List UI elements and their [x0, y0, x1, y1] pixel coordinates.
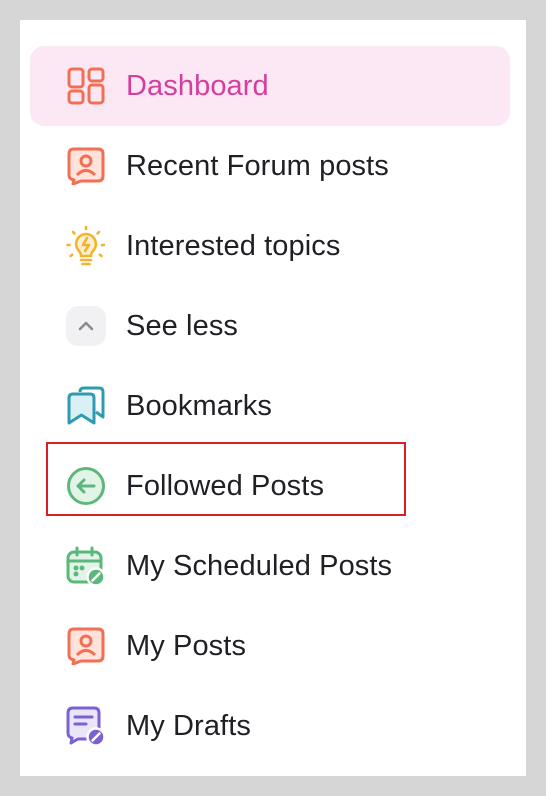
sidebar-item-label: Dashboard — [126, 69, 269, 102]
sidebar-item-bookmarks[interactable]: Bookmarks — [30, 366, 510, 446]
calendar-edit-icon — [66, 546, 106, 586]
draft-edit-icon — [66, 706, 106, 746]
sidebar-item-my-drafts[interactable]: My Drafts — [30, 686, 510, 766]
sidebar-item-recent-forum-posts[interactable]: Recent Forum posts — [30, 126, 510, 206]
sidebar-item-label: Bookmarks — [126, 389, 272, 422]
user-chat-icon — [66, 146, 106, 186]
sidebar-item-label: My Posts — [126, 629, 247, 662]
sidebar-item-label: My Drafts — [126, 709, 251, 742]
sidebar-item-followed-posts[interactable]: Followed Posts — [30, 446, 510, 526]
arrow-left-circle-icon — [66, 466, 106, 506]
sidebar-item-see-less[interactable]: See less — [30, 286, 510, 366]
sidebar-item-my-scheduled-posts[interactable]: My Scheduled Posts — [30, 526, 510, 606]
sidebar-panel: Dashboard Recent Forum posts Interested … — [20, 20, 526, 776]
sidebar-item-interested-topics[interactable]: Interested topics — [30, 206, 510, 286]
lightbulb-icon — [66, 226, 106, 266]
sidebar-item-label: Followed Posts — [126, 469, 325, 502]
user-chat-icon — [66, 626, 106, 666]
bookmarks-icon — [66, 386, 106, 426]
sidebar-item-label: See less — [126, 309, 239, 342]
chevron-up-icon — [66, 306, 106, 346]
sidebar-item-label: Interested topics — [126, 229, 341, 262]
sidebar-item-dashboard[interactable]: Dashboard — [30, 46, 510, 126]
sidebar-item-label: My Scheduled Posts — [126, 549, 393, 582]
sidebar-item-my-posts[interactable]: My Posts — [30, 606, 510, 686]
dashboard-grid-icon — [66, 66, 106, 106]
sidebar-item-label: Recent Forum posts — [126, 149, 389, 182]
